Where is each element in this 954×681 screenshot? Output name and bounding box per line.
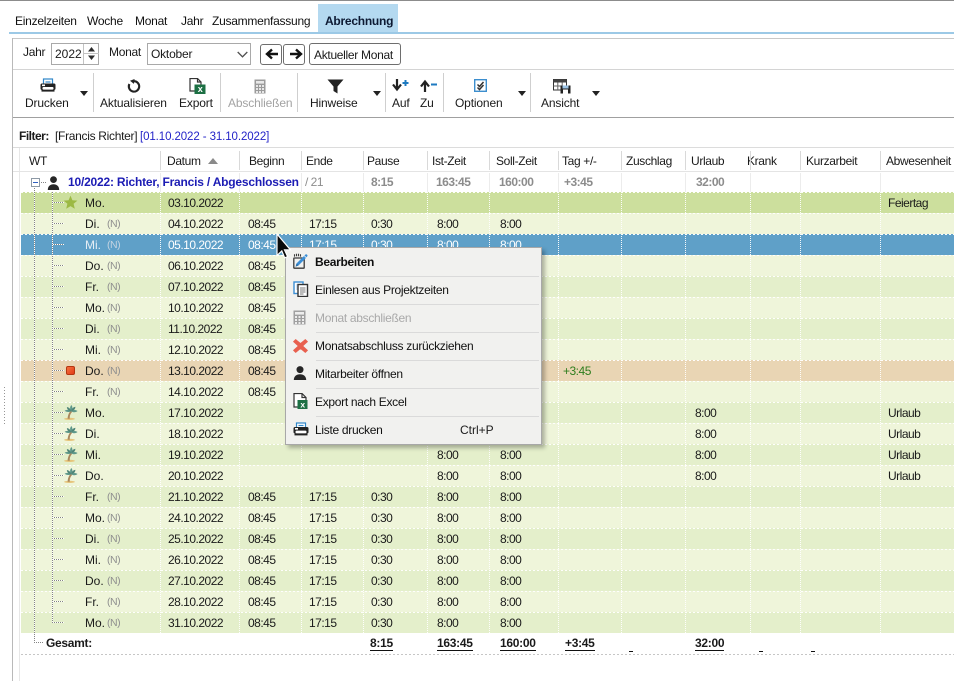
svg-text:x: x	[198, 84, 203, 94]
